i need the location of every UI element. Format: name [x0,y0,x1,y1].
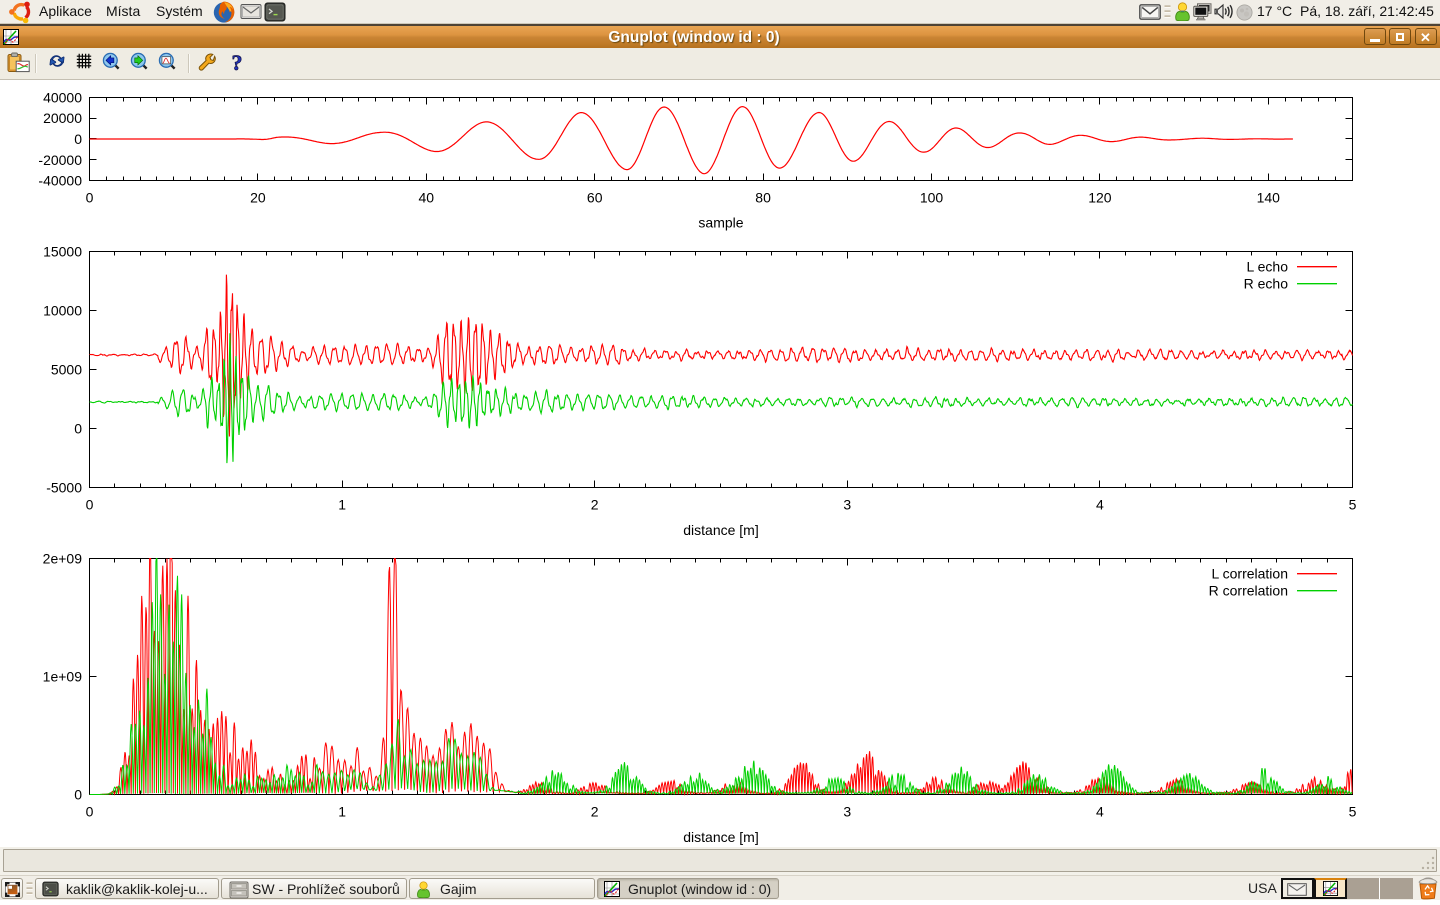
svg-text:0: 0 [74,421,82,437]
svg-text:0: 0 [86,190,94,206]
svg-text:0: 0 [86,804,94,820]
svg-text:-5000: -5000 [46,480,82,496]
svg-text:2: 2 [591,497,599,513]
svg-text:20000: 20000 [43,110,82,126]
svg-text:L echo: L echo [1246,259,1288,275]
svg-text:40: 40 [419,190,435,206]
svg-text:80: 80 [755,190,771,206]
svg-text:2: 2 [591,804,599,820]
svg-text:5000: 5000 [51,362,82,378]
svg-text:R echo: R echo [1244,276,1289,292]
svg-text:5: 5 [1349,497,1357,513]
svg-text:3: 3 [843,497,851,513]
svg-text:140: 140 [1257,190,1281,206]
svg-text:1: 1 [338,804,346,820]
svg-text:?: ? [232,51,243,75]
svg-text:0: 0 [74,131,82,147]
svg-text:10000: 10000 [43,303,82,319]
svg-text:distance [m]: distance [m] [683,522,758,538]
svg-text:0: 0 [86,497,94,513]
svg-text:sample: sample [698,215,743,231]
svg-text:distance [m]: distance [m] [683,829,758,845]
svg-text:1e+09: 1e+09 [43,669,83,685]
svg-text:2e+09: 2e+09 [43,551,83,567]
svg-text:0: 0 [74,787,82,803]
svg-text:60: 60 [587,190,603,206]
svg-text:L correlation: L correlation [1211,566,1288,582]
svg-text:100: 100 [920,190,944,206]
svg-text:20: 20 [250,190,266,206]
svg-text:-20000: -20000 [38,152,82,168]
svg-text:5: 5 [1349,804,1357,820]
svg-text:3: 3 [843,804,851,820]
svg-text:120: 120 [1088,190,1112,206]
svg-text:-40000: -40000 [38,173,82,189]
svg-text:40000: 40000 [43,90,82,106]
svg-text:R correlation: R correlation [1209,583,1288,599]
svg-text:4: 4 [1096,804,1104,820]
svg-text:4: 4 [1096,497,1104,513]
svg-text:1: 1 [338,497,346,513]
svg-text:15000: 15000 [43,244,82,260]
